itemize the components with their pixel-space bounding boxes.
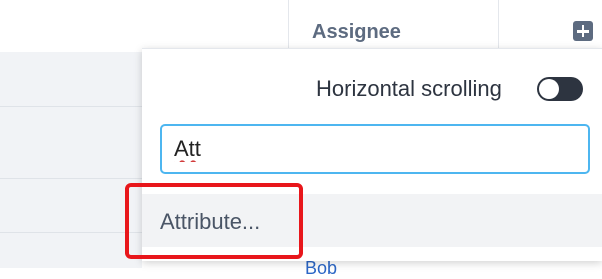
- assignee-column-header[interactable]: Assignee: [312, 21, 401, 44]
- add-column-icon[interactable]: [573, 21, 593, 41]
- result-item-label: Attribute...: [160, 209, 261, 234]
- column-divider: [288, 0, 289, 52]
- assignee-cell-text[interactable]: Bob: [305, 258, 337, 279]
- row-divider: [0, 106, 142, 107]
- table-rows-area: [0, 52, 142, 268]
- table-header: Assignee: [0, 0, 602, 52]
- row-divider: [0, 178, 142, 179]
- horizontal-scrolling-label: Horizontal scrolling: [316, 76, 502, 101]
- column-divider: [498, 0, 499, 52]
- column-search-input[interactable]: [160, 124, 590, 174]
- result-item-attribute[interactable]: Attribute...: [142, 194, 602, 247]
- column-picker-panel: Horizontal scrolling Attribute...: [142, 48, 602, 261]
- toggle-knob: [539, 79, 559, 99]
- horizontal-scrolling-toggle[interactable]: [537, 77, 583, 101]
- row-divider: [0, 232, 142, 233]
